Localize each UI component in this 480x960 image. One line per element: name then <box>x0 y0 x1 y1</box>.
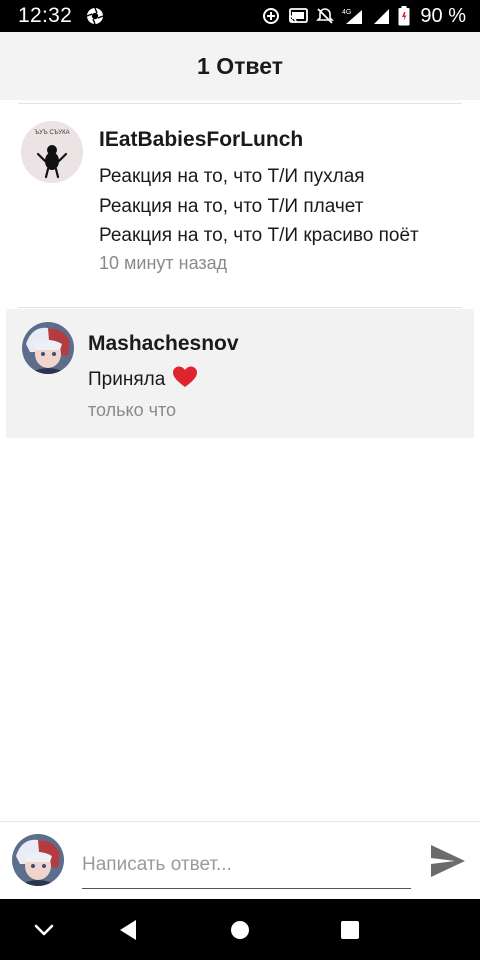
comment-author[interactable]: IEatBabiesForLunch <box>99 128 419 152</box>
send-button[interactable] <box>428 842 468 880</box>
navigation-bar <box>0 899 480 960</box>
comment-item: ЪУЪ СЪУКА IEatBabiesForLunch Реакция на … <box>21 121 419 274</box>
page-title: 1 Ответ <box>197 52 283 79</box>
notifications-off-icon <box>316 8 335 24</box>
cast-icon <box>289 8 309 24</box>
reply-item: Mashachesnov Приняла только что <box>22 322 239 421</box>
comment-text-line: Реакция на то, что Т/И красиво поёт <box>99 225 419 246</box>
comment-text-line: Реакция на то, что Т/И пухлая <box>99 166 365 187</box>
status-bar: 12:32 4G 90 % <box>0 0 480 32</box>
reply-author[interactable]: Mashachesnov <box>88 332 239 356</box>
comment-body: IEatBabiesForLunch Реакция на то, что Т/… <box>99 121 419 274</box>
reply-input-bar <box>0 821 480 899</box>
reply-input[interactable] <box>82 842 411 889</box>
signal-icon <box>374 9 390 24</box>
data-saver-icon <box>263 8 280 24</box>
svg-text:4G: 4G <box>342 9 351 16</box>
nav-back-button[interactable] <box>98 899 158 960</box>
nav-hide-button[interactable] <box>14 899 74 960</box>
reply-text: Приняла <box>88 369 166 390</box>
signal-4g-icon: 4G <box>342 9 363 24</box>
comment-timestamp: 10 минут назад <box>99 252 228 273</box>
battery-level: 90 % <box>420 4 466 27</box>
reply-timestamp: только что <box>88 400 177 420</box>
chevron-down-icon <box>34 924 54 935</box>
home-icon <box>231 920 249 939</box>
avatar[interactable]: ЪУЪ СЪУКА <box>21 121 83 183</box>
heart-icon <box>172 366 197 396</box>
comment-text-line: Реакция на то, что Т/И плачет <box>99 195 364 217</box>
avatar <box>12 834 64 886</box>
send-icon <box>431 845 465 877</box>
nav-home-button[interactable] <box>210 899 270 960</box>
avatar-caption: ЪУЪ СЪУКА <box>34 130 69 136</box>
status-time: 12:32 <box>18 4 73 27</box>
status-icons: 4G 90 % <box>262 5 466 28</box>
avatar[interactable] <box>22 322 74 374</box>
back-icon <box>120 919 136 940</box>
aperture-icon <box>86 7 104 25</box>
recents-icon <box>341 920 359 939</box>
divider <box>18 307 462 308</box>
divider <box>18 103 462 104</box>
reply-text-row: Приняла <box>88 366 239 396</box>
nav-recents-button[interactable] <box>320 899 380 960</box>
header: 1 Ответ <box>0 32 480 100</box>
reply-body: Mashachesnov Приняла только что <box>88 322 239 421</box>
battery-icon <box>398 6 410 26</box>
